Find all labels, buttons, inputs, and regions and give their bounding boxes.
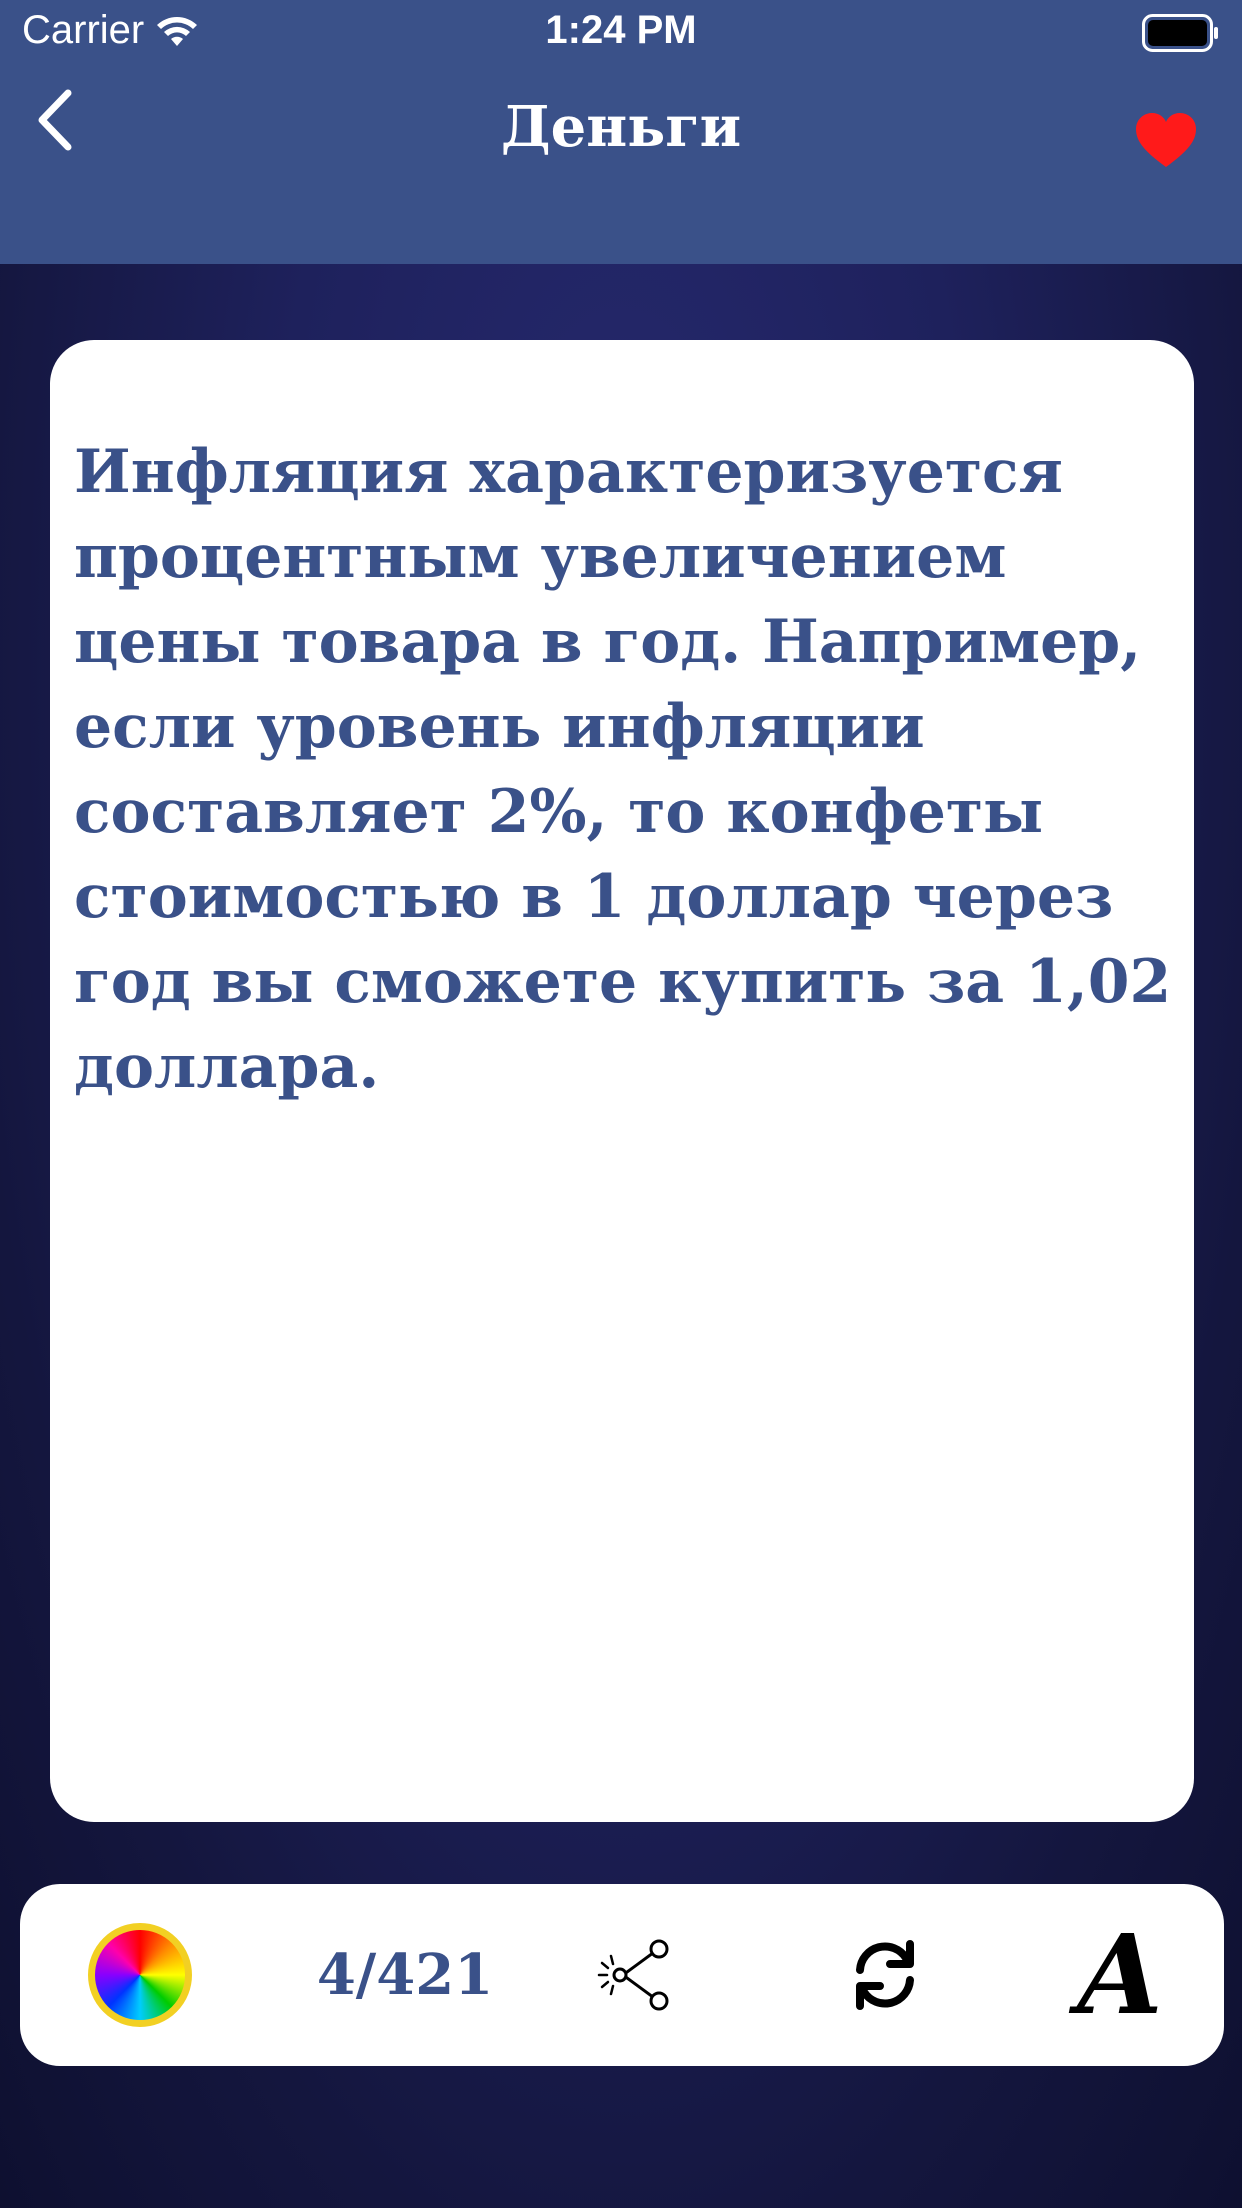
battery-icon [1142, 14, 1220, 56]
fact-card: Инфляция характеризуется процентным увел… [50, 340, 1194, 1822]
counter-label: 4/421 [316, 1942, 494, 2008]
heart-icon [1136, 113, 1196, 167]
status-bar: Carrier 1:24 PM [0, 0, 1242, 66]
color-button[interactable] [60, 1884, 220, 2066]
color-wheel-icon [88, 1923, 192, 2027]
page-title: Деньги [500, 94, 742, 160]
font-button[interactable]: A [1040, 1884, 1200, 2066]
favorite-button[interactable] [1126, 100, 1206, 180]
font-icon: A [1077, 1910, 1163, 2039]
bottom-toolbar: 4/421 A [20, 1884, 1224, 2066]
status-time: 1:24 PM [545, 8, 697, 52]
page-counter: 4/421 [270, 1884, 540, 2066]
fact-text: Инфляция характеризуется процентным увел… [74, 437, 1172, 1102]
refresh-button[interactable] [810, 1884, 960, 2066]
share-button[interactable] [560, 1884, 710, 2066]
share-icon [597, 1939, 669, 2011]
refresh-icon [856, 1940, 914, 2010]
